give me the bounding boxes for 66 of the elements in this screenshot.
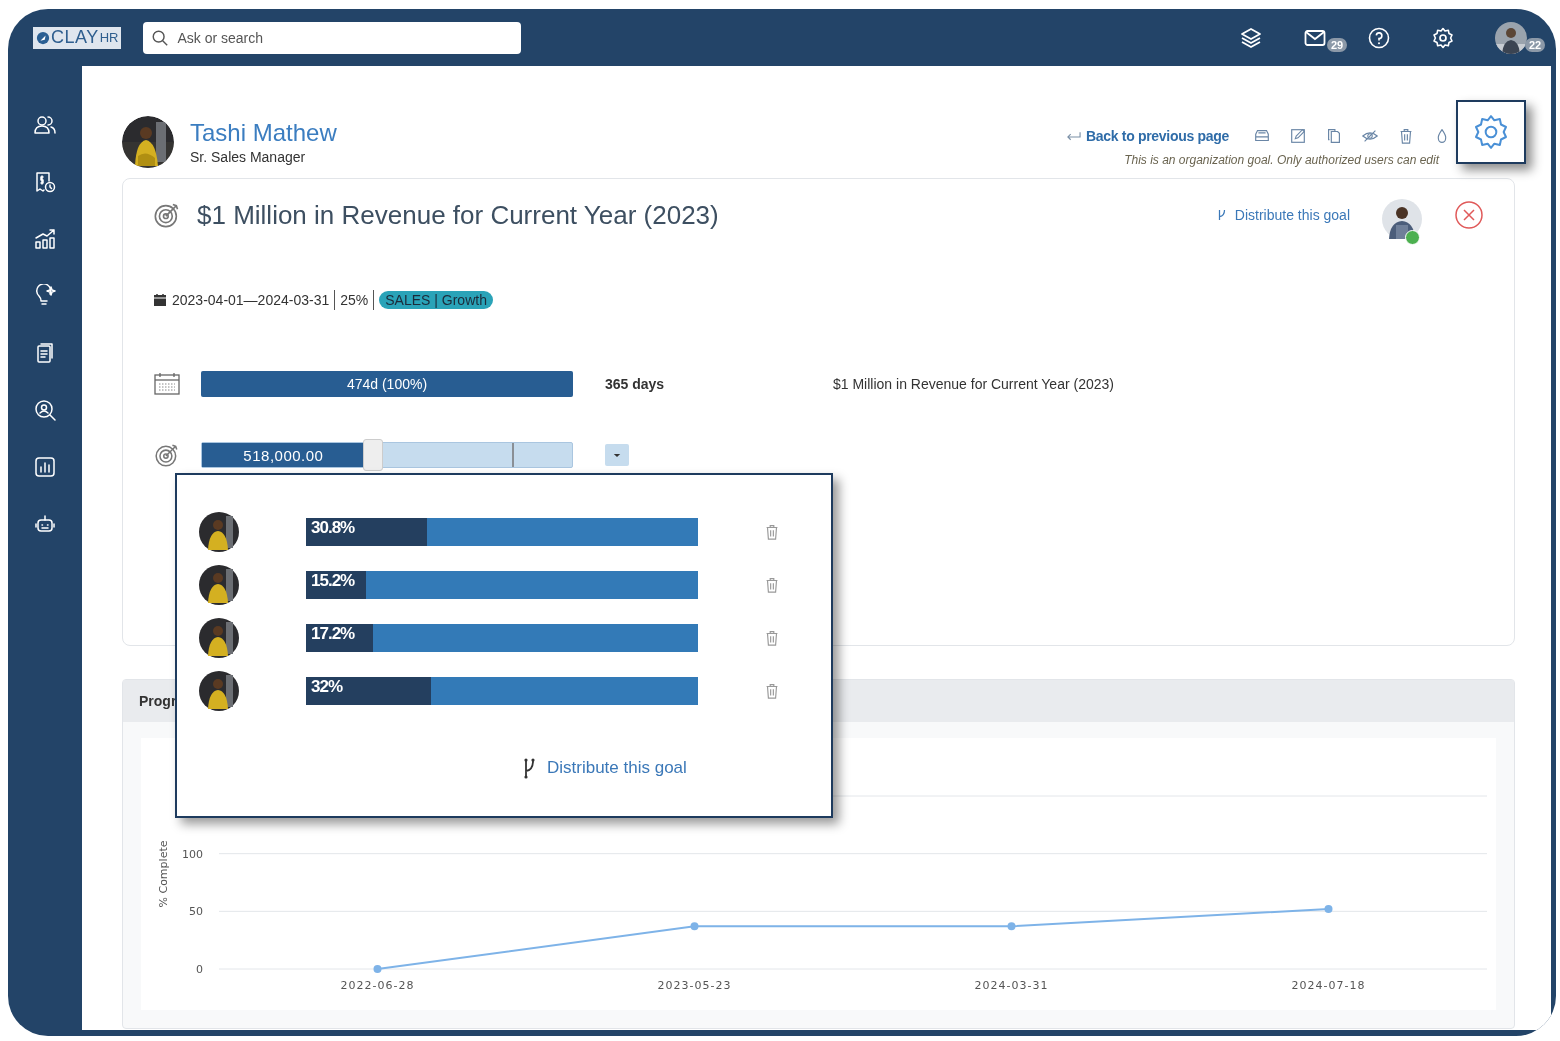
slider-handle[interactable] bbox=[362, 439, 383, 471]
target-slider[interactable]: 518,000.00 bbox=[201, 442, 573, 468]
y-tick-label: 0 bbox=[196, 963, 203, 976]
search-field[interactable]: Ask or search bbox=[143, 21, 522, 54]
data-point bbox=[373, 965, 382, 973]
permission-note: This is an organization goal. Only authorized users can edit bbox=[1124, 153, 1439, 167]
data-point bbox=[690, 922, 699, 931]
time-progress-label: 474d (100%) bbox=[345, 375, 429, 394]
y-axis-label: % Complete bbox=[157, 840, 170, 908]
goal-title: $1 Million in Revenue for Current Year (2023) bbox=[197, 199, 719, 231]
profile-count-badge: 22 bbox=[1525, 37, 1546, 52]
data-point bbox=[1007, 922, 1016, 931]
y-tick-label: 50 bbox=[189, 905, 203, 919]
share-label: 32% bbox=[311, 676, 343, 697]
fork-icon bbox=[1216, 208, 1227, 222]
x-tick-label: 2022-06-28 bbox=[340, 979, 415, 992]
calendar-icon bbox=[153, 371, 181, 397]
close-icon[interactable] bbox=[1454, 200, 1484, 230]
target-value: 518,000.00 bbox=[243, 446, 324, 464]
data-point bbox=[1324, 905, 1333, 914]
x-tick-label: 2024-03-31 bbox=[974, 979, 1049, 992]
stats-icon[interactable] bbox=[33, 455, 57, 479]
copy-icon[interactable] bbox=[1325, 127, 1343, 145]
caret-icon bbox=[613, 452, 621, 458]
logo-icon bbox=[36, 30, 50, 45]
share-bar[interactable]: 15.2% bbox=[306, 570, 698, 599]
share-bar[interactable]: 17.2% bbox=[306, 623, 698, 652]
distribute-link[interactable]: Distribute this goal bbox=[1216, 207, 1350, 223]
share-bar[interactable]: 32% bbox=[306, 676, 698, 705]
bulb-icon[interactable] bbox=[33, 284, 57, 308]
help-icon[interactable] bbox=[1367, 25, 1391, 50]
employee-name: Tashi Mathew bbox=[190, 119, 337, 147]
settings-button[interactable] bbox=[1456, 100, 1526, 164]
logo-suffix: HR bbox=[99, 30, 119, 45]
target-icon bbox=[153, 201, 181, 229]
logo-text: CLAY bbox=[51, 27, 99, 48]
weight-value: 25% bbox=[340, 292, 369, 308]
goal-name-text: $1 Million in Revenue for Current Year (2023) bbox=[833, 376, 1114, 392]
layers-icon[interactable] bbox=[1239, 25, 1263, 50]
x-tick-label: 2024-07-18 bbox=[1291, 979, 1366, 992]
panel-title: Progr bbox=[139, 693, 177, 709]
logo[interactable]: CLAYHR bbox=[33, 26, 122, 49]
calendar-icon bbox=[153, 293, 167, 307]
search-icon bbox=[151, 28, 170, 47]
back-link[interactable]: Back to previous page bbox=[1065, 128, 1229, 144]
settings-icon[interactable] bbox=[1431, 25, 1455, 50]
return-arrow-icon bbox=[1065, 131, 1081, 141]
people-icon[interactable] bbox=[33, 113, 57, 137]
category-tag: SALES | Growth bbox=[379, 291, 493, 309]
search-icon[interactable] bbox=[33, 398, 57, 422]
share-bar[interactable]: 30.8% bbox=[306, 517, 698, 546]
y-tick-label: 100 bbox=[182, 847, 203, 861]
money-icon[interactable] bbox=[33, 170, 57, 194]
x-tick-label: 2023-05-23 bbox=[657, 979, 732, 992]
share-label: 15.2% bbox=[311, 570, 355, 591]
edit-icon[interactable] bbox=[1289, 127, 1307, 145]
date-range: 2023-04-01—2024-03-31 bbox=[172, 292, 330, 308]
distribute-link[interactable]: Distribute this goal bbox=[521, 757, 791, 779]
dropdown-button[interactable] bbox=[605, 444, 629, 466]
chart-icon[interactable] bbox=[33, 227, 57, 251]
status-badge bbox=[1405, 230, 1420, 245]
share-label: 30.8% bbox=[311, 517, 355, 538]
mail-count-badge: 29 bbox=[1327, 37, 1348, 52]
employee-role: Sr. Sales Manager bbox=[190, 149, 307, 165]
share-label: 17.2% bbox=[311, 623, 355, 644]
duration-text: 365 days bbox=[605, 376, 666, 392]
